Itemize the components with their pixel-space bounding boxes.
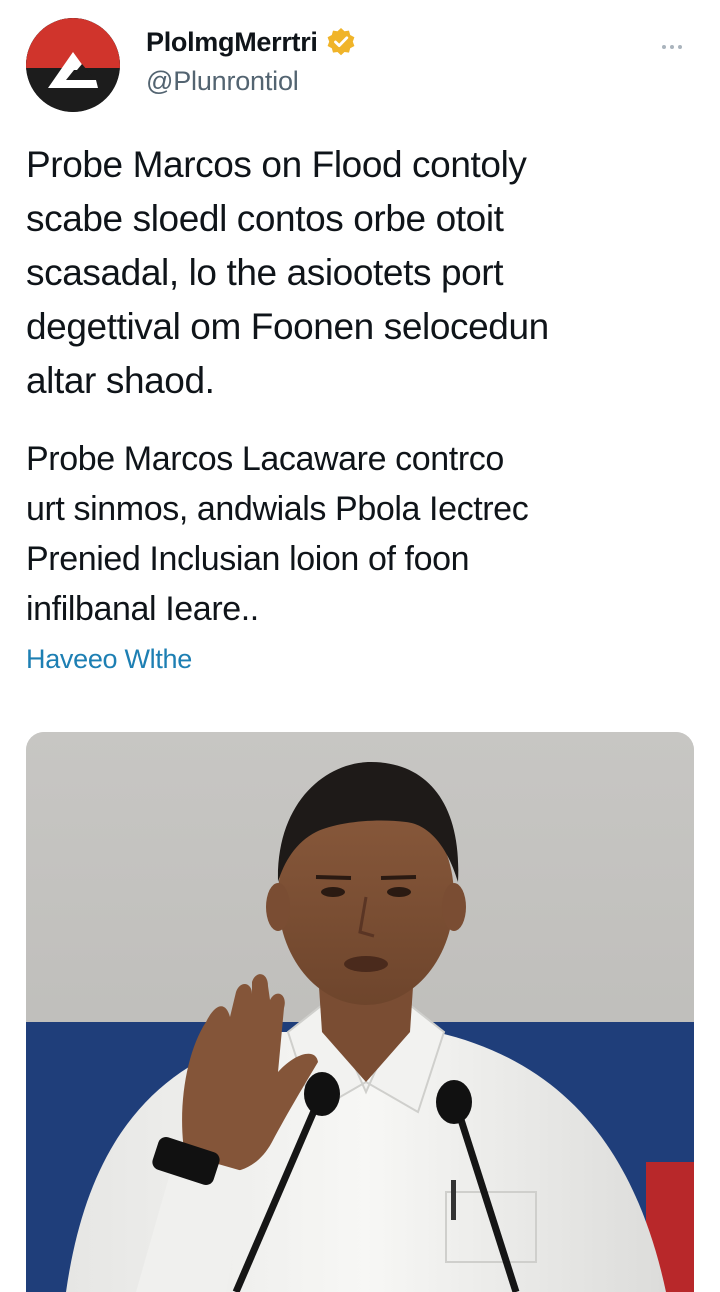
post-media-image[interactable] — [26, 732, 694, 1292]
post-text-line: scasadal, lo the asiootets port — [26, 252, 504, 293]
post-text-line: altar shaod. — [26, 360, 215, 401]
display-name-row: PlolmgMerrtri — [146, 24, 356, 60]
account-handle[interactable]: @Plunrontiol — [146, 66, 356, 97]
post-text-line: urt sinmos, andwials Pbola Iectrec — [26, 490, 529, 528]
post-text-line: scabe sloedl contos orbe otoit — [26, 198, 504, 239]
more-options-icon[interactable] — [662, 36, 694, 49]
display-name[interactable]: PlolmgMerrtri — [146, 27, 318, 58]
account-names: PlolmgMerrtri @Plunrontiol — [146, 24, 356, 97]
post-text-line: Probe Marcos on Flood contoly — [26, 144, 527, 185]
post-text-line: Probe Marcos Lacaware contrco — [26, 440, 504, 478]
post-text-line: Prenied Inclusian loion of foon — [26, 540, 470, 578]
post-text-paragraph-2: Probe Marcos Lacaware contrco urt sinmos… — [26, 434, 666, 634]
post-text-line: degettival om Foonen selocedun — [26, 306, 549, 347]
post-text-paragraph-1: Probe Marcos on Flood contoly scabe sloe… — [26, 138, 666, 408]
post-link[interactable]: Haveeo Wlthe — [26, 644, 192, 675]
photo-speaker-at-microphones — [26, 732, 694, 1292]
post-text-line: infilbanal Ieare.. — [26, 590, 259, 628]
avatar[interactable] — [26, 18, 120, 112]
post-card: PlolmgMerrtri @Plunrontiol Probe Marcos … — [0, 0, 720, 1292]
verified-badge-icon — [327, 28, 355, 56]
post-header: PlolmgMerrtri @Plunrontiol — [26, 18, 694, 114]
brand-logo-icon — [26, 18, 120, 112]
